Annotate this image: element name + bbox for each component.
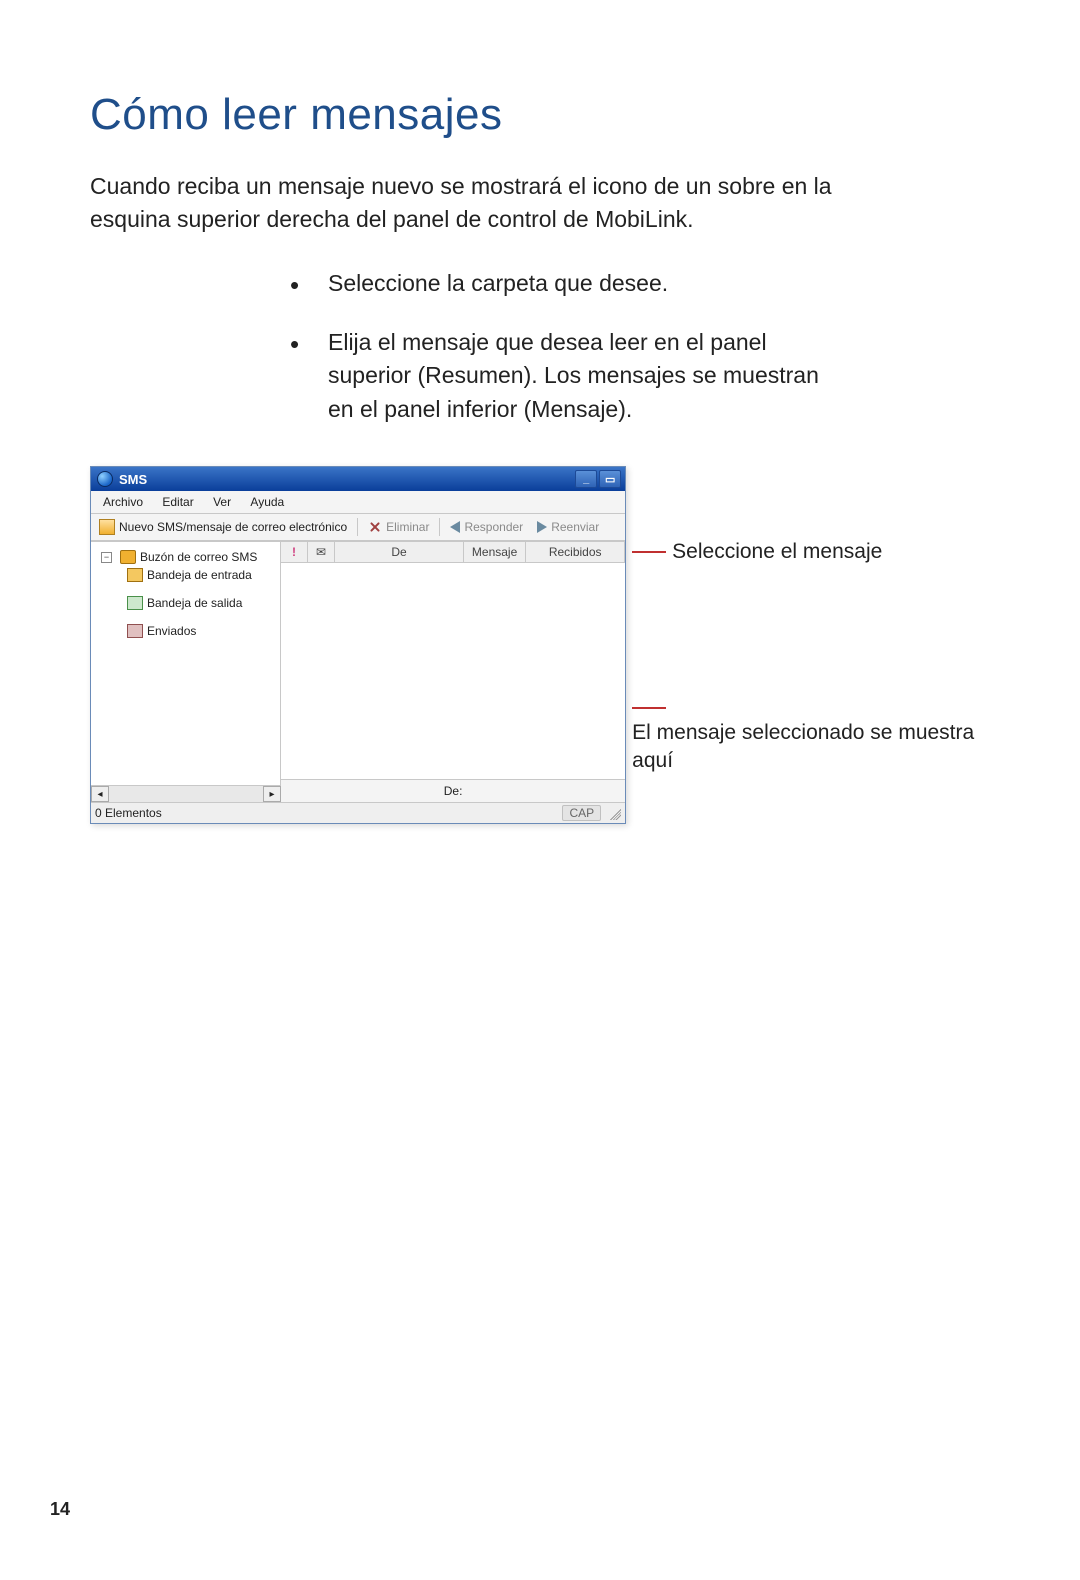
forward-button[interactable]: Reenviar [533,518,603,536]
window-title: SMS [119,472,147,487]
delete-label: Eliminar [386,520,429,534]
toolbar-separator [357,518,358,536]
status-bar: 0 Elementos CAP [91,802,625,823]
resize-grip-icon[interactable] [607,806,621,820]
tree-inbox-label: Bandeja de entrada [147,568,252,582]
callout-message-shown: El mensaje seleccionado se muestra aquí [632,695,990,774]
mail-icon [99,519,115,535]
preview-from-label: De: [444,784,463,798]
column-received[interactable]: Recibidos [526,542,625,562]
sms-window: SMS _ ▭ Archivo Editar Ver Ayuda Nuevo S… [90,466,626,824]
delete-icon [368,520,382,534]
reply-icon [450,521,460,533]
toolbar-separator [439,518,440,536]
priority-icon: ! [292,545,296,559]
scroll-left-icon[interactable]: ◂ [91,786,109,802]
new-message-button[interactable]: Nuevo SMS/mensaje de correo electrónico [95,517,351,537]
scroll-right-icon[interactable]: ▸ [263,786,281,802]
outbox-icon [127,596,143,610]
callout-text: El mensaje seleccionado se muestra aquí [632,719,990,774]
new-message-label: Nuevo SMS/mensaje de correo electrónico [119,520,347,534]
toolbar: Nuevo SMS/mensaje de correo electrónico … [91,514,625,541]
forward-label: Reenviar [551,520,599,534]
reply-label: Responder [464,520,523,534]
list-item: Seleccione la carpeta que desee. [290,267,850,300]
intro-paragraph: Cuando reciba un mensaje nuevo se mostra… [90,170,870,237]
column-priority[interactable]: ! [281,542,308,562]
horizontal-scrollbar[interactable]: ◂ ▸ [91,785,281,802]
mailbox-icon [120,550,136,564]
inbox-icon [127,568,143,582]
page-number: 14 [50,1499,70,1520]
attachment-icon: ✉ [316,545,326,559]
tree-root-label: Buzón de correo SMS [140,550,257,564]
tree-root[interactable]: − Buzón de correo SMS [97,548,276,566]
message-list[interactable] [281,563,625,779]
menu-view[interactable]: Ver [205,493,239,511]
menu-bar: Archivo Editar Ver Ayuda [91,491,625,514]
column-from[interactable]: De [335,542,464,562]
reply-button[interactable]: Responder [446,518,527,536]
window-titlebar: SMS _ ▭ [91,467,625,491]
callout-text: Seleccione el mensaje [672,538,882,565]
page-title: Cómo leer mensajes [90,90,990,140]
column-attachment[interactable]: ✉ [308,542,335,562]
menu-help[interactable]: Ayuda [242,493,292,511]
callout-line-icon [632,707,666,709]
minimize-button[interactable]: _ [575,470,597,488]
preview-from-bar: De: [281,779,625,802]
tree-sent-label: Enviados [147,624,196,638]
folder-tree[interactable]: − Buzón de correo SMS Bandeja de entrada… [91,542,281,785]
collapse-icon[interactable]: − [101,552,112,563]
list-item: Elija el mensaje que desea leer en el pa… [290,326,850,426]
delete-button[interactable]: Eliminar [364,518,433,536]
status-item-count: 0 Elementos [95,806,162,820]
tree-outbox-label: Bandeja de salida [147,596,242,610]
instructions-list: Seleccione la carpeta que desee. Elija e… [290,267,850,426]
tree-sent[interactable]: Enviados [97,622,276,640]
menu-file[interactable]: Archivo [95,493,151,511]
message-panes: ! ✉ De Mensaje Recibidos De: [281,542,625,802]
tree-inbox[interactable]: Bandeja de entrada [97,566,276,584]
sent-icon [127,624,143,638]
forward-icon [537,521,547,533]
column-message[interactable]: Mensaje [464,542,526,562]
menu-edit[interactable]: Editar [154,493,201,511]
callout-line-icon [632,551,666,553]
status-cap: CAP [562,805,601,821]
app-icon [97,471,113,487]
message-list-header: ! ✉ De Mensaje Recibidos [281,542,625,563]
figure-callouts: Seleccione el mensaje El mensaje selecci… [632,466,990,784]
restore-button[interactable]: ▭ [599,470,621,488]
tree-outbox[interactable]: Bandeja de salida [97,594,276,612]
screenshot-figure: SMS _ ▭ Archivo Editar Ver Ayuda Nuevo S… [90,466,990,824]
callout-select-message: Seleccione el mensaje [632,538,990,565]
